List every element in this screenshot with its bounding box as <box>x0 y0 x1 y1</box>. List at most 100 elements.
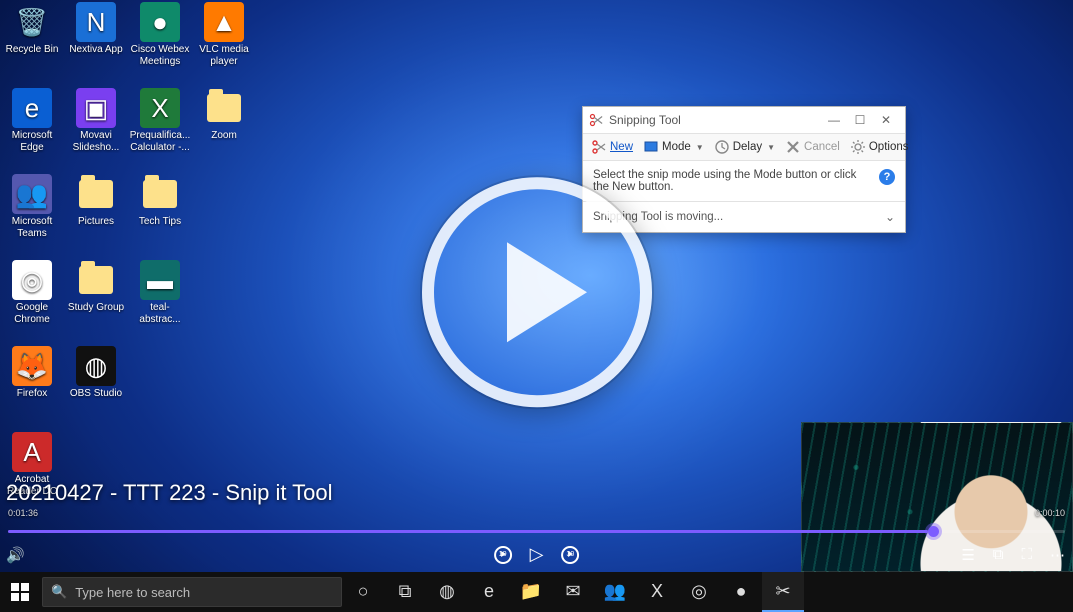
search-placeholder: Type here to search <box>75 585 190 600</box>
desktop-icons: 🗑️ Recycle Bin N Nextiva App ●Cisco Webex Me… <box>2 2 254 514</box>
maximize-button[interactable]: ☐ <box>847 109 873 131</box>
windows-icon <box>11 583 29 601</box>
microsoft-edge-icon: e <box>12 88 52 128</box>
desktop-icon[interactable]: 🦊 Firefox <box>2 346 62 428</box>
movavi-slidesho--icon: ▣ <box>76 88 116 128</box>
desktop-icon-label: Recycle Bin <box>6 44 59 56</box>
scissors-icon <box>589 113 603 127</box>
cisco-webex-meetings-icon: ● <box>140 2 180 42</box>
taskbar-app[interactable]: ● <box>720 572 762 612</box>
volume-button[interactable]: 🔊 <box>6 546 25 564</box>
search-icon: 🔍 <box>51 584 67 600</box>
obs-studio-icon: ◍ <box>76 346 116 386</box>
taskbar-snipping-tool[interactable]: ✂ <box>762 572 804 612</box>
nextiva-app-icon: N <box>76 2 116 42</box>
options-button[interactable]: Options <box>846 137 913 157</box>
minimize-button[interactable]: — <box>821 109 847 131</box>
desktop-icon[interactable]: Pictures <box>66 174 126 256</box>
skip-back-button[interactable]: 10 <box>494 546 512 564</box>
taskbar-chrome[interactable]: ◎ <box>678 572 720 612</box>
desktop-icon-label: Study Group <box>68 302 124 314</box>
presenter-webcam <box>801 422 1073 572</box>
desktop-icon[interactable]: ▲VLC media player <box>194 2 254 84</box>
desktop-icon[interactable]: eMicrosoft Edge <box>2 88 62 170</box>
snipping-tool-body: Select the snip mode using the Mode butt… <box>583 161 905 201</box>
fullscreen-button[interactable]: ⛶ <box>1021 546 1032 564</box>
skip-forward-button[interactable]: 30 <box>561 546 579 564</box>
delay-button[interactable]: Delay ▼ <box>710 137 779 157</box>
play-icon <box>507 242 587 342</box>
taskbar: 🔍 Type here to search ○⧉◍e📁✉👥X◎●✂ <box>0 572 1073 612</box>
desktop-icon[interactable]: Zoom <box>194 88 254 170</box>
desktop-icon-label: OBS Studio <box>70 388 122 400</box>
desktop-icon[interactable]: 👥Microsoft Teams <box>2 174 62 256</box>
start-button[interactable] <box>0 572 40 612</box>
recycle-bin-icon: 🗑️ <box>12 2 52 42</box>
captions-button[interactable]: ☰ <box>961 546 974 564</box>
snipping-tool-window: Snipping Tool — ☐ ✕ New Mode ▼ Delay ▼ C… <box>582 106 906 233</box>
desktop-icon[interactable]: ●Cisco Webex Meetings <box>130 2 190 84</box>
new-label: New <box>610 141 633 153</box>
desktop-icon[interactable]: ▣Movavi Slidesho... <box>66 88 126 170</box>
play-pause-button[interactable]: ▷ <box>530 544 544 565</box>
snipping-tool-titlebar[interactable]: Snipping Tool — ☐ ✕ <box>583 107 905 133</box>
taskbar-obs[interactable]: ◍ <box>426 572 468 612</box>
taskbar-teams[interactable]: 👥 <box>594 572 636 612</box>
desktop-icon[interactable]: 🗑️ Recycle Bin <box>2 2 62 84</box>
desktop-icon[interactable]: ◍ OBS Studio <box>66 346 126 428</box>
taskbar-cortana[interactable]: ○ <box>342 572 384 612</box>
desktop-icon[interactable]: ▬teal-abstrac... <box>130 260 190 342</box>
search-input[interactable]: 🔍 Type here to search <box>42 577 342 607</box>
microsoft-teams-icon: 👥 <box>12 174 52 214</box>
desktop-icon[interactable]: ◎Google Chrome <box>2 260 62 342</box>
taskbar-outlook[interactable]: ✉ <box>552 572 594 612</box>
snipping-tool-toolbar: New Mode ▼ Delay ▼ Cancel Options <box>583 133 905 161</box>
hint-text: Select the snip mode using the Mode butt… <box>593 169 895 193</box>
pictures-icon <box>76 174 116 214</box>
taskbar-edge[interactable]: e <box>468 572 510 612</box>
gear-icon <box>850 139 866 155</box>
clock-icon <box>714 139 730 155</box>
desktop-icon-label: teal-abstrac... <box>130 302 190 325</box>
options-label: Options <box>869 141 909 153</box>
cancel-icon <box>785 139 801 155</box>
video-title: 20210427 - TTT 223 - Snip it Tool <box>6 480 333 506</box>
desktop-icon[interactable]: Study Group <box>66 260 126 342</box>
desktop-icon[interactable]: XPrequalifica... Calculator -... <box>130 88 190 170</box>
desktop-icon[interactable]: Tech Tips <box>130 174 190 256</box>
desktop-icon-label: Microsoft Edge <box>2 130 62 153</box>
google-chrome-icon: ◎ <box>12 260 52 300</box>
desktop-icon-label: Tech Tips <box>139 216 181 228</box>
chevron-down-icon: ▼ <box>696 143 704 152</box>
play-button[interactable] <box>422 177 652 407</box>
pip-button[interactable]: ⧉ <box>993 546 1004 564</box>
more-button[interactable]: ⋯ <box>1050 546 1065 564</box>
mode-button[interactable]: Mode ▼ <box>639 137 708 157</box>
taskbar-excel[interactable]: X <box>636 572 678 612</box>
desktop-icon-label: Firefox <box>17 388 48 400</box>
study-group-icon <box>76 260 116 300</box>
new-button[interactable]: New <box>587 137 637 157</box>
desktop-icon-label: Pictures <box>78 216 114 228</box>
teal-abstrac--icon: ▬ <box>140 260 180 300</box>
cancel-label: Cancel <box>804 141 840 153</box>
desktop-icon-label: VLC media player <box>194 44 254 67</box>
taskbar-task-view[interactable]: ⧉ <box>384 572 426 612</box>
chevron-down-icon: ⌄ <box>885 210 895 224</box>
desktop-icon-label: Google Chrome <box>2 302 62 325</box>
desktop-icon-label: Movavi Slidesho... <box>66 130 126 153</box>
cancel-button: Cancel <box>781 137 844 157</box>
acrobat-reader-dc-icon: A <box>12 432 52 472</box>
close-button[interactable]: ✕ <box>873 109 899 131</box>
taskbar-file-explorer[interactable]: 📁 <box>510 572 552 612</box>
help-icon[interactable]: ? <box>879 169 895 185</box>
taskbar-apps: ○⧉◍e📁✉👥X◎●✂ <box>342 572 804 612</box>
desktop-icon-label: Nextiva App <box>69 44 122 56</box>
desktop-icon-label: Zoom <box>211 130 237 142</box>
prequalifica-calculator--icon: X <box>140 88 180 128</box>
desktop-icon[interactable]: N Nextiva App <box>66 2 126 84</box>
delay-label: Delay <box>733 141 762 153</box>
scissors-icon <box>591 139 607 155</box>
firefox-icon: 🦊 <box>12 346 52 386</box>
vlc-media-player-icon: ▲ <box>204 2 244 42</box>
